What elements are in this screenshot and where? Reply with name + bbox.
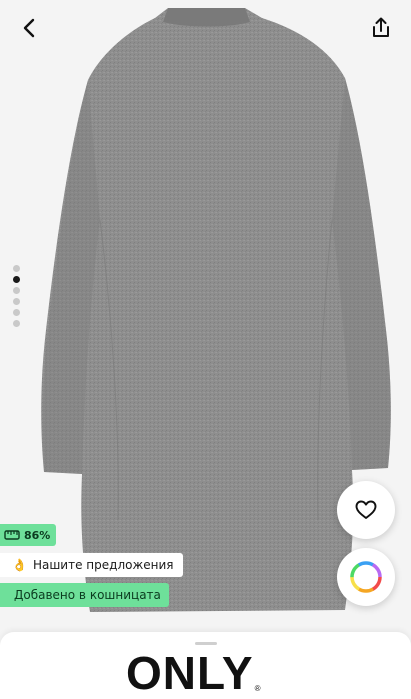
- gallery-dot-active[interactable]: [13, 276, 20, 283]
- gallery-pagination[interactable]: [13, 265, 21, 327]
- heart-icon: [355, 500, 377, 519]
- chevron-left-icon: [23, 18, 35, 38]
- sheet-handle[interactable]: [195, 642, 217, 645]
- product-gallery[interactable]: 86% 👌 Нашите предложения Добавено в кошн…: [0, 0, 411, 632]
- gallery-dot[interactable]: [13, 265, 20, 272]
- product-image: [41, 8, 391, 612]
- ok-hand-icon: 👌: [12, 558, 27, 572]
- share-icon: [373, 17, 389, 37]
- registered-mark: ®: [254, 684, 261, 693]
- added-to-cart-label: Добавено в кошницата: [14, 588, 161, 602]
- added-to-cart-badge: Добавено в кошницата: [0, 583, 169, 607]
- brand-name: ONLY: [126, 647, 254, 699]
- rating-percent-badge: 86%: [0, 524, 57, 546]
- gallery-dot[interactable]: [13, 320, 20, 327]
- color-picker-button[interactable]: [337, 548, 395, 606]
- percent-value: 86%: [24, 528, 51, 542]
- offers-label: Нашите предложения: [32, 558, 174, 572]
- color-wheel-icon: [350, 561, 382, 593]
- gallery-dot[interactable]: [13, 309, 20, 316]
- gallery-dot[interactable]: [13, 287, 20, 294]
- gallery-dot[interactable]: [13, 298, 20, 305]
- brand-logo[interactable]: ONLY ®: [126, 648, 286, 698]
- sizing-icon: [4, 530, 20, 540]
- share-button[interactable]: [361, 10, 401, 46]
- favorite-button[interactable]: [337, 481, 395, 539]
- offers-badge[interactable]: 👌 Нашите предложения: [0, 553, 183, 577]
- product-info-sheet[interactable]: ONLY ®: [0, 632, 411, 699]
- back-button[interactable]: [10, 10, 50, 46]
